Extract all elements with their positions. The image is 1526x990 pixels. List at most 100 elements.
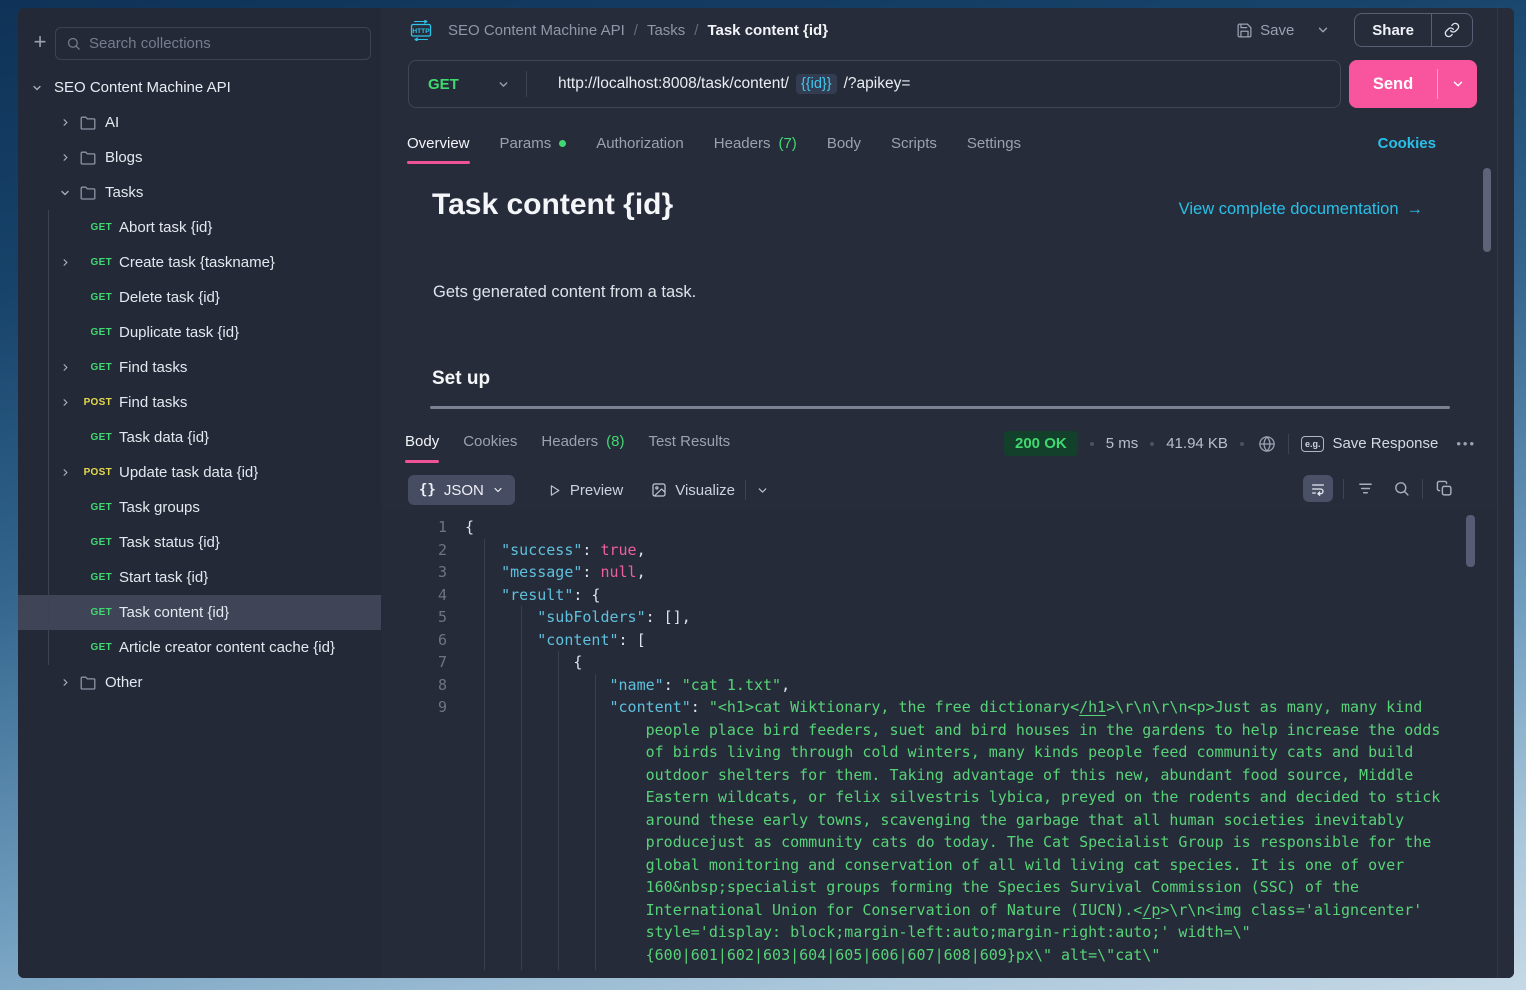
desktop-background: + SEO Content Machine API AI Bl (0, 0, 1526, 990)
collection-name: SEO Content Machine API (54, 79, 231, 96)
breadcrumb-folder[interactable]: Tasks (647, 22, 685, 39)
sidebar-folder-tasks[interactable]: Tasks (18, 175, 381, 210)
method-selector[interactable]: GET (409, 76, 526, 93)
divider (1343, 479, 1344, 499)
tab-scripts[interactable]: Scripts (891, 135, 937, 170)
app-window: + SEO Content Machine API AI Bl (18, 8, 1514, 978)
sidebar-request-article-creator-content-cache[interactable]: GET Article creator content cache {id} (18, 630, 381, 665)
add-collection-button[interactable]: + (28, 31, 52, 53)
tab-overview[interactable]: Overview (407, 135, 470, 170)
breadcrumb-separator: / (634, 22, 638, 39)
response-tab-headers[interactable]: Headers (8) (541, 433, 624, 466)
send-button[interactable]: Send (1349, 75, 1437, 94)
code-line: 3 "message": null, (381, 561, 1497, 584)
request-label: Task data {id} (119, 429, 209, 446)
code-token: , (637, 541, 646, 559)
sidebar-folder-other[interactable]: Other (18, 665, 381, 700)
doc-section-heading: Set up (432, 368, 490, 390)
request-label: Task groups (119, 499, 200, 516)
folder-label: Tasks (105, 184, 143, 201)
folder-icon (80, 676, 96, 690)
view-documentation-link[interactable]: View complete documentation → (1179, 200, 1423, 219)
response-body-editor[interactable]: 1 { 2 "success": true, 3 "message": null… (381, 510, 1497, 978)
preview-label: Preview (570, 482, 623, 499)
word-wrap-toggle[interactable] (1303, 475, 1333, 502)
code-token: , (781, 676, 790, 694)
copy-link-button[interactable] (1432, 22, 1472, 38)
tab-authorization[interactable]: Authorization (596, 135, 684, 170)
more-options-icon[interactable]: ••• (1456, 436, 1476, 451)
preview-button[interactable]: Preview (547, 482, 623, 499)
sidebar-request-find-tasks-get[interactable]: GET Find tasks (18, 350, 381, 385)
code-token: : [ (619, 631, 646, 649)
sidebar-request-start-task[interactable]: GET Start task {id} (18, 560, 381, 595)
tab-body[interactable]: Body (827, 135, 861, 170)
response-time: 5 ms (1106, 435, 1139, 452)
sidebar-request-update-task-data[interactable]: POST Update task data {id} (18, 455, 381, 490)
send-dropdown-chevron[interactable] (1438, 77, 1477, 91)
sidebar-request-delete-task[interactable]: GET Delete task {id} (18, 280, 381, 315)
globe-icon[interactable] (1258, 435, 1276, 453)
line-number: 2 (381, 539, 447, 562)
sidebar-folder-blogs[interactable]: Blogs (18, 140, 381, 175)
request-label: Task content {id} (119, 604, 229, 621)
sidebar-item-collection-root[interactable]: SEO Content Machine API (18, 70, 381, 105)
url-template-variable[interactable]: {{id}} (796, 74, 837, 94)
filter-icon[interactable] (1354, 480, 1376, 497)
line-number: 4 (381, 584, 447, 607)
sidebar-request-task-data[interactable]: GET Task data {id} (18, 420, 381, 455)
doc-scrollbar-thumb[interactable] (1483, 168, 1491, 252)
code-line: 6 "content": [ (381, 629, 1497, 652)
search-input[interactable] (89, 35, 360, 52)
search-collections-box[interactable] (55, 27, 371, 60)
url-input[interactable]: http://localhost:8008/task/content/ {{id… (558, 74, 910, 94)
method-badge: GET (74, 257, 112, 268)
request-label: Create task {taskname} (119, 254, 275, 271)
sidebar-request-duplicate-task[interactable]: GET Duplicate task {id} (18, 315, 381, 350)
cookies-link[interactable]: Cookies (1378, 135, 1436, 152)
divider (745, 480, 746, 500)
format-label: JSON (444, 482, 484, 499)
sidebar-request-find-tasks-post[interactable]: POST Find tasks (18, 385, 381, 420)
code-line-content: { (465, 516, 1449, 539)
sidebar-folder-ai[interactable]: AI (18, 105, 381, 140)
breadcrumb-collection[interactable]: SEO Content Machine API (448, 22, 625, 39)
view-dropdown-chevron[interactable] (756, 484, 769, 497)
sidebar-request-task-status[interactable]: GET Task status {id} (18, 525, 381, 560)
code-line-content: { (465, 651, 1449, 674)
chevron-right-icon (58, 396, 72, 410)
line-number: 3 (381, 561, 447, 584)
format-selector[interactable]: {} JSON (408, 475, 515, 505)
visualize-button[interactable]: Visualize (651, 482, 735, 499)
tab-settings[interactable]: Settings (967, 135, 1021, 170)
copy-icon[interactable] (1433, 480, 1455, 497)
sidebar-request-abort-task[interactable]: GET Abort task {id} (18, 210, 381, 245)
response-scrollbar-thumb[interactable] (1466, 515, 1475, 567)
tab-label: Params (500, 135, 552, 152)
chevron-right-icon (58, 151, 72, 165)
tab-headers[interactable]: Headers (7) (714, 135, 797, 170)
method-badge: GET (74, 537, 112, 548)
sidebar-request-task-groups[interactable]: GET Task groups (18, 490, 381, 525)
visualize-label: Visualize (675, 482, 735, 499)
tab-params[interactable]: Params (500, 135, 567, 170)
response-tab-body[interactable]: Body (405, 433, 439, 466)
save-dropdown-chevron[interactable] (1316, 23, 1330, 37)
tab-label: Body (827, 135, 861, 152)
save-response-button[interactable]: Save Response (1332, 435, 1438, 452)
pane-resize-handle[interactable] (430, 406, 1450, 409)
request-label: Task status {id} (119, 534, 220, 551)
response-toolbar: {} JSON Preview Visualize (381, 474, 1497, 506)
response-tab-test-results[interactable]: Test Results (648, 433, 730, 466)
sidebar-request-create-task[interactable]: GET Create task {taskname} (18, 245, 381, 280)
search-icon[interactable] (1390, 480, 1412, 497)
share-button[interactable]: Share (1355, 22, 1431, 39)
save-button[interactable]: Save (1236, 22, 1294, 39)
tab-label: Cookies (463, 433, 517, 450)
chevron-down-icon (58, 186, 72, 200)
response-tab-cookies[interactable]: Cookies (463, 433, 517, 466)
doc-title: Task content {id} (432, 188, 673, 222)
sidebar-request-task-content-selected[interactable]: GET Task content {id} (18, 595, 381, 630)
method-badge: GET (74, 572, 112, 583)
method-badge: GET (74, 327, 112, 338)
